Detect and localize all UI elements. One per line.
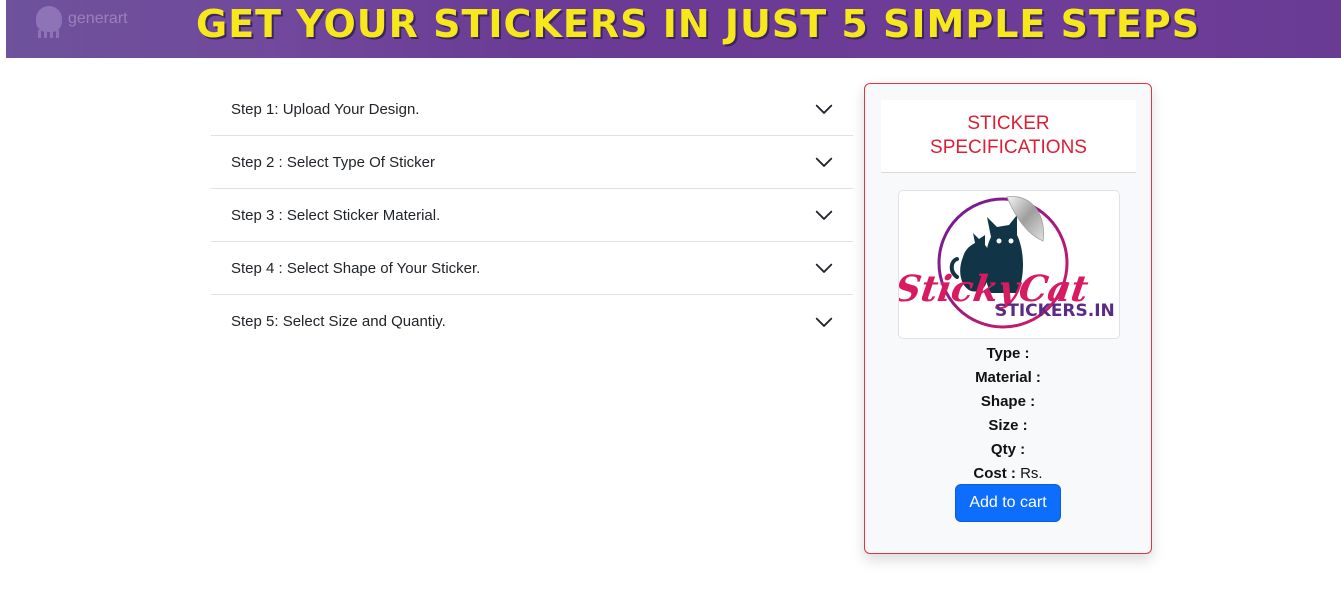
banner-logo: generart — [36, 4, 128, 38]
octopus-icon — [36, 6, 62, 38]
spec-size-label: Size : — [988, 417, 1028, 434]
spec-material-label: Material : — [975, 369, 1041, 386]
step-2-toggle[interactable]: Step 2 : Select Type Of Sticker — [211, 136, 853, 189]
step-2-label: Step 2 : Select Type Of Sticker — [231, 153, 435, 171]
spec-cost-label: Cost : — [973, 465, 1016, 482]
spec-list: Type : Material : Shape : Size : Qty : C… — [865, 342, 1151, 486]
chevron-down-icon — [815, 104, 833, 114]
step-1-label: Step 1: Upload Your Design. — [231, 100, 420, 118]
banner-brand: generart — [68, 10, 128, 27]
step-4-toggle[interactable]: Step 4 : Select Shape of Your Sticker. — [211, 242, 853, 295]
spec-size: Size : — [865, 414, 1151, 438]
spec-qty: Qty : — [865, 438, 1151, 462]
sticker-preview: StickyCat STICKERS.IN — [898, 190, 1120, 339]
specifications-title: STICKER SPECIFICATIONS — [930, 113, 1087, 158]
step-1-toggle[interactable]: Step 1: Upload Your Design. — [211, 83, 853, 136]
spec-cost: Cost : Rs. — [865, 462, 1151, 486]
step-3-toggle[interactable]: Step 3 : Select Sticker Material. — [211, 189, 853, 242]
step-3-label: Step 3 : Select Sticker Material. — [231, 206, 441, 224]
spec-type: Type : — [865, 342, 1151, 366]
chevron-down-icon — [815, 157, 833, 167]
spec-material: Material : — [865, 366, 1151, 390]
add-to-cart-button[interactable]: Add to cart — [955, 484, 1061, 522]
steps-accordion: Step 1: Upload Your Design. Step 2 : Sel… — [211, 83, 853, 348]
step-5-label: Step 5: Select Size and Quantiy. — [231, 313, 446, 330]
step-5-toggle[interactable]: Step 5: Select Size and Quantiy. — [211, 295, 853, 348]
step-4-label: Step 4 : Select Shape of Your Sticker. — [231, 259, 481, 277]
spec-type-label: Type : — [986, 345, 1030, 362]
banner-title: GET YOUR STICKERS IN JUST 5 SIMPLE STEPS — [196, 2, 1201, 46]
logo-domain: STICKERS.IN — [995, 301, 1115, 321]
spec-shape-label: Shape : — [980, 393, 1036, 410]
chevron-down-icon — [815, 317, 833, 327]
sticker-specifications-card: STICKER SPECIFICATIONS StickyCat STICKER… — [864, 83, 1152, 554]
chevron-down-icon — [815, 263, 833, 273]
card-header: STICKER SPECIFICATIONS — [881, 100, 1136, 173]
chevron-down-icon — [815, 210, 833, 220]
header-banner: generart GET YOUR STICKERS IN JUST 5 SIM… — [6, 0, 1341, 58]
spec-shape: Shape : — [865, 390, 1151, 414]
stickycat-logo: StickyCat STICKERS.IN — [899, 196, 1115, 329]
spec-cost-value: Rs. — [1020, 465, 1043, 482]
spec-qty-label: Qty : — [990, 441, 1026, 458]
